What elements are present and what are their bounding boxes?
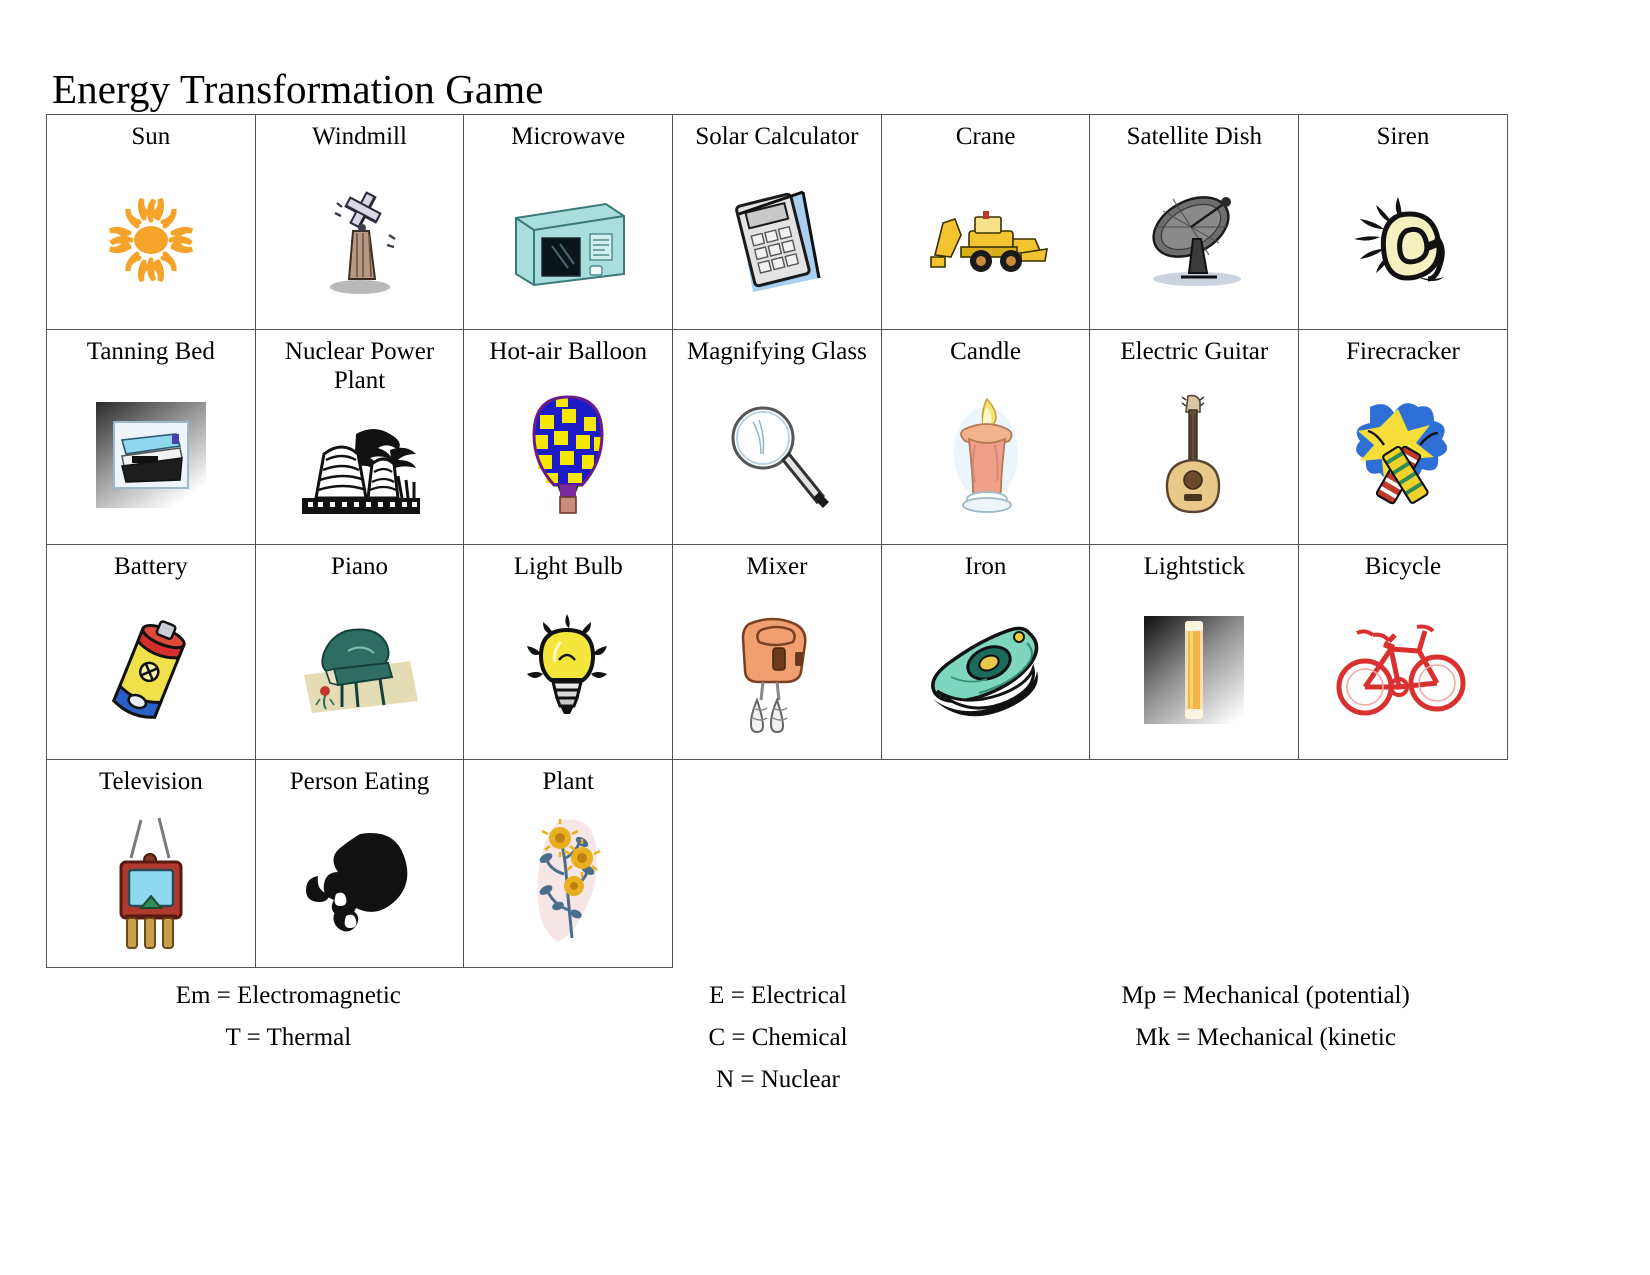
table-cell-battery[interactable]: Battery bbox=[46, 544, 256, 760]
nuclear-power-plant-icon bbox=[256, 395, 464, 544]
cell-label: Iron bbox=[964, 553, 1007, 580]
sun-icon bbox=[47, 151, 255, 329]
table-cell-light-bulb[interactable]: Light Bulb bbox=[463, 544, 674, 760]
legend-item: T = Thermal bbox=[225, 1024, 352, 1051]
cell-label: Crane bbox=[955, 123, 1016, 150]
light-bulb-icon bbox=[464, 581, 672, 759]
plant-icon bbox=[464, 796, 672, 967]
table-cell-microwave[interactable]: Microwave bbox=[463, 114, 674, 330]
table-cell-tanning-bed[interactable]: Tanning Bed bbox=[46, 329, 256, 545]
table-cell-empty bbox=[881, 759, 1090, 968]
television-icon bbox=[47, 796, 255, 967]
legend-item: Em = Electromagnetic bbox=[175, 982, 401, 1009]
hot-air-balloon-icon bbox=[464, 366, 672, 544]
cell-label: Nuclear Power Plant bbox=[284, 338, 435, 394]
table-cell-electric-guitar[interactable]: Electric Guitar bbox=[1089, 329, 1300, 545]
page-title: Energy Transformation Game bbox=[52, 66, 544, 113]
magnifying-glass-icon bbox=[673, 366, 881, 544]
cell-label: Solar Calculator bbox=[695, 123, 859, 150]
table-cell-lightstick[interactable]: Lightstick bbox=[1089, 544, 1300, 760]
table-cell-crane[interactable]: Crane bbox=[880, 114, 1091, 330]
table-cell-satellite-dish[interactable]: Satellite Dish bbox=[1089, 114, 1300, 330]
cell-label: Windmill bbox=[312, 123, 407, 150]
table-cell-hot-air-balloon[interactable]: Hot-air Balloon bbox=[463, 329, 674, 545]
candle-icon bbox=[882, 366, 1090, 544]
microwave-icon bbox=[464, 151, 672, 329]
table-row: Battery Piano Light Bulb Mixer Iron Ligh… bbox=[46, 544, 1508, 760]
legend-column-middle: E = Electrical C = Chemical N = Nuclear bbox=[531, 975, 1016, 1101]
bicycle-icon bbox=[1299, 581, 1507, 759]
cell-label: Magnifying Glass bbox=[686, 338, 867, 365]
cell-label: Candle bbox=[950, 338, 1021, 365]
legend-item: Mk = Mechanical (kinetic bbox=[1135, 1024, 1396, 1051]
table-cell-mixer[interactable]: Mixer bbox=[672, 544, 882, 760]
table-cell-empty bbox=[1298, 759, 1508, 968]
piano-icon bbox=[256, 581, 464, 759]
table-cell-siren[interactable]: Siren bbox=[1298, 114, 1508, 330]
table-row: Sun Windmill Microwave Solar Calculator … bbox=[46, 114, 1508, 330]
cell-label: Plant bbox=[542, 768, 594, 795]
cell-label: Mixer bbox=[746, 553, 808, 580]
legend-column-right: Mp = Mechanical (potential) Mk = Mechani… bbox=[1015, 975, 1500, 1101]
table-cell-piano[interactable]: Piano bbox=[254, 544, 465, 760]
table-cell-empty bbox=[1089, 759, 1299, 968]
cell-label: Firecracker bbox=[1346, 338, 1460, 365]
table-cell-empty bbox=[672, 759, 882, 968]
satellite-dish-icon bbox=[1090, 151, 1298, 329]
table-cell-iron[interactable]: Iron bbox=[880, 544, 1091, 760]
table-cell-plant[interactable]: Plant bbox=[463, 759, 674, 968]
cell-label: Light Bulb bbox=[513, 553, 623, 580]
cell-label: Tanning Bed bbox=[86, 338, 215, 365]
cell-label: Piano bbox=[331, 553, 388, 580]
table-cell-bicycle[interactable]: Bicycle bbox=[1298, 544, 1508, 760]
person-eating-icon bbox=[256, 796, 464, 967]
worksheet-page: Energy Transformation Game Sun Windmill … bbox=[0, 0, 1650, 1275]
table-cell-magnifying-glass[interactable]: Magnifying Glass bbox=[672, 329, 882, 545]
cell-label: Siren bbox=[1376, 123, 1430, 150]
lightstick-icon bbox=[1090, 581, 1298, 759]
legend-item: C = Chemical bbox=[708, 1024, 848, 1051]
cell-label: Sun bbox=[131, 123, 171, 150]
siren-icon bbox=[1299, 151, 1507, 329]
firecracker-icon bbox=[1299, 366, 1507, 544]
table-cell-sun[interactable]: Sun bbox=[46, 114, 256, 330]
legend-column-left: Em = Electromagnetic T = Thermal bbox=[46, 975, 531, 1101]
cell-label: Lightstick bbox=[1143, 553, 1245, 580]
cell-label: Bicycle bbox=[1364, 553, 1442, 580]
legend-item: N = Nuclear bbox=[716, 1066, 840, 1093]
cell-label: Person Eating bbox=[289, 768, 430, 795]
iron-icon bbox=[882, 581, 1090, 759]
table-row: Television Person Eating Plant bbox=[46, 759, 1508, 968]
tanning-bed-icon bbox=[47, 366, 255, 544]
legend-item: Mp = Mechanical (potential) bbox=[1121, 982, 1410, 1009]
table-cell-windmill[interactable]: Windmill bbox=[254, 114, 465, 330]
cell-label: Television bbox=[98, 768, 203, 795]
cell-label: Battery bbox=[114, 553, 188, 580]
electric-guitar-icon bbox=[1090, 366, 1298, 544]
table-cell-person-eating[interactable]: Person Eating bbox=[254, 759, 465, 968]
cell-label: Microwave bbox=[511, 123, 626, 150]
table-row: Tanning Bed Nuclear Power Plant Hot-air … bbox=[46, 329, 1508, 545]
battery-icon bbox=[47, 581, 255, 759]
crane-icon bbox=[882, 151, 1090, 329]
windmill-icon bbox=[256, 151, 464, 329]
cell-label: Electric Guitar bbox=[1120, 338, 1269, 365]
cell-label: Satellite Dish bbox=[1126, 123, 1262, 150]
solar-calculator-icon bbox=[673, 151, 881, 329]
table-cell-candle[interactable]: Candle bbox=[880, 329, 1091, 545]
energy-type-legend: Em = Electromagnetic T = Thermal E = Ele… bbox=[46, 975, 1500, 1101]
energy-items-table: Sun Windmill Microwave Solar Calculator … bbox=[46, 114, 1508, 968]
table-cell-nuclear-power-plant[interactable]: Nuclear Power Plant bbox=[254, 329, 465, 545]
mixer-icon bbox=[673, 581, 881, 759]
table-cell-television[interactable]: Television bbox=[46, 759, 256, 968]
table-cell-firecracker[interactable]: Firecracker bbox=[1298, 329, 1508, 545]
legend-item: E = Electrical bbox=[709, 982, 847, 1009]
table-cell-solar-calculator[interactable]: Solar Calculator bbox=[672, 114, 882, 330]
cell-label: Hot-air Balloon bbox=[489, 338, 648, 365]
